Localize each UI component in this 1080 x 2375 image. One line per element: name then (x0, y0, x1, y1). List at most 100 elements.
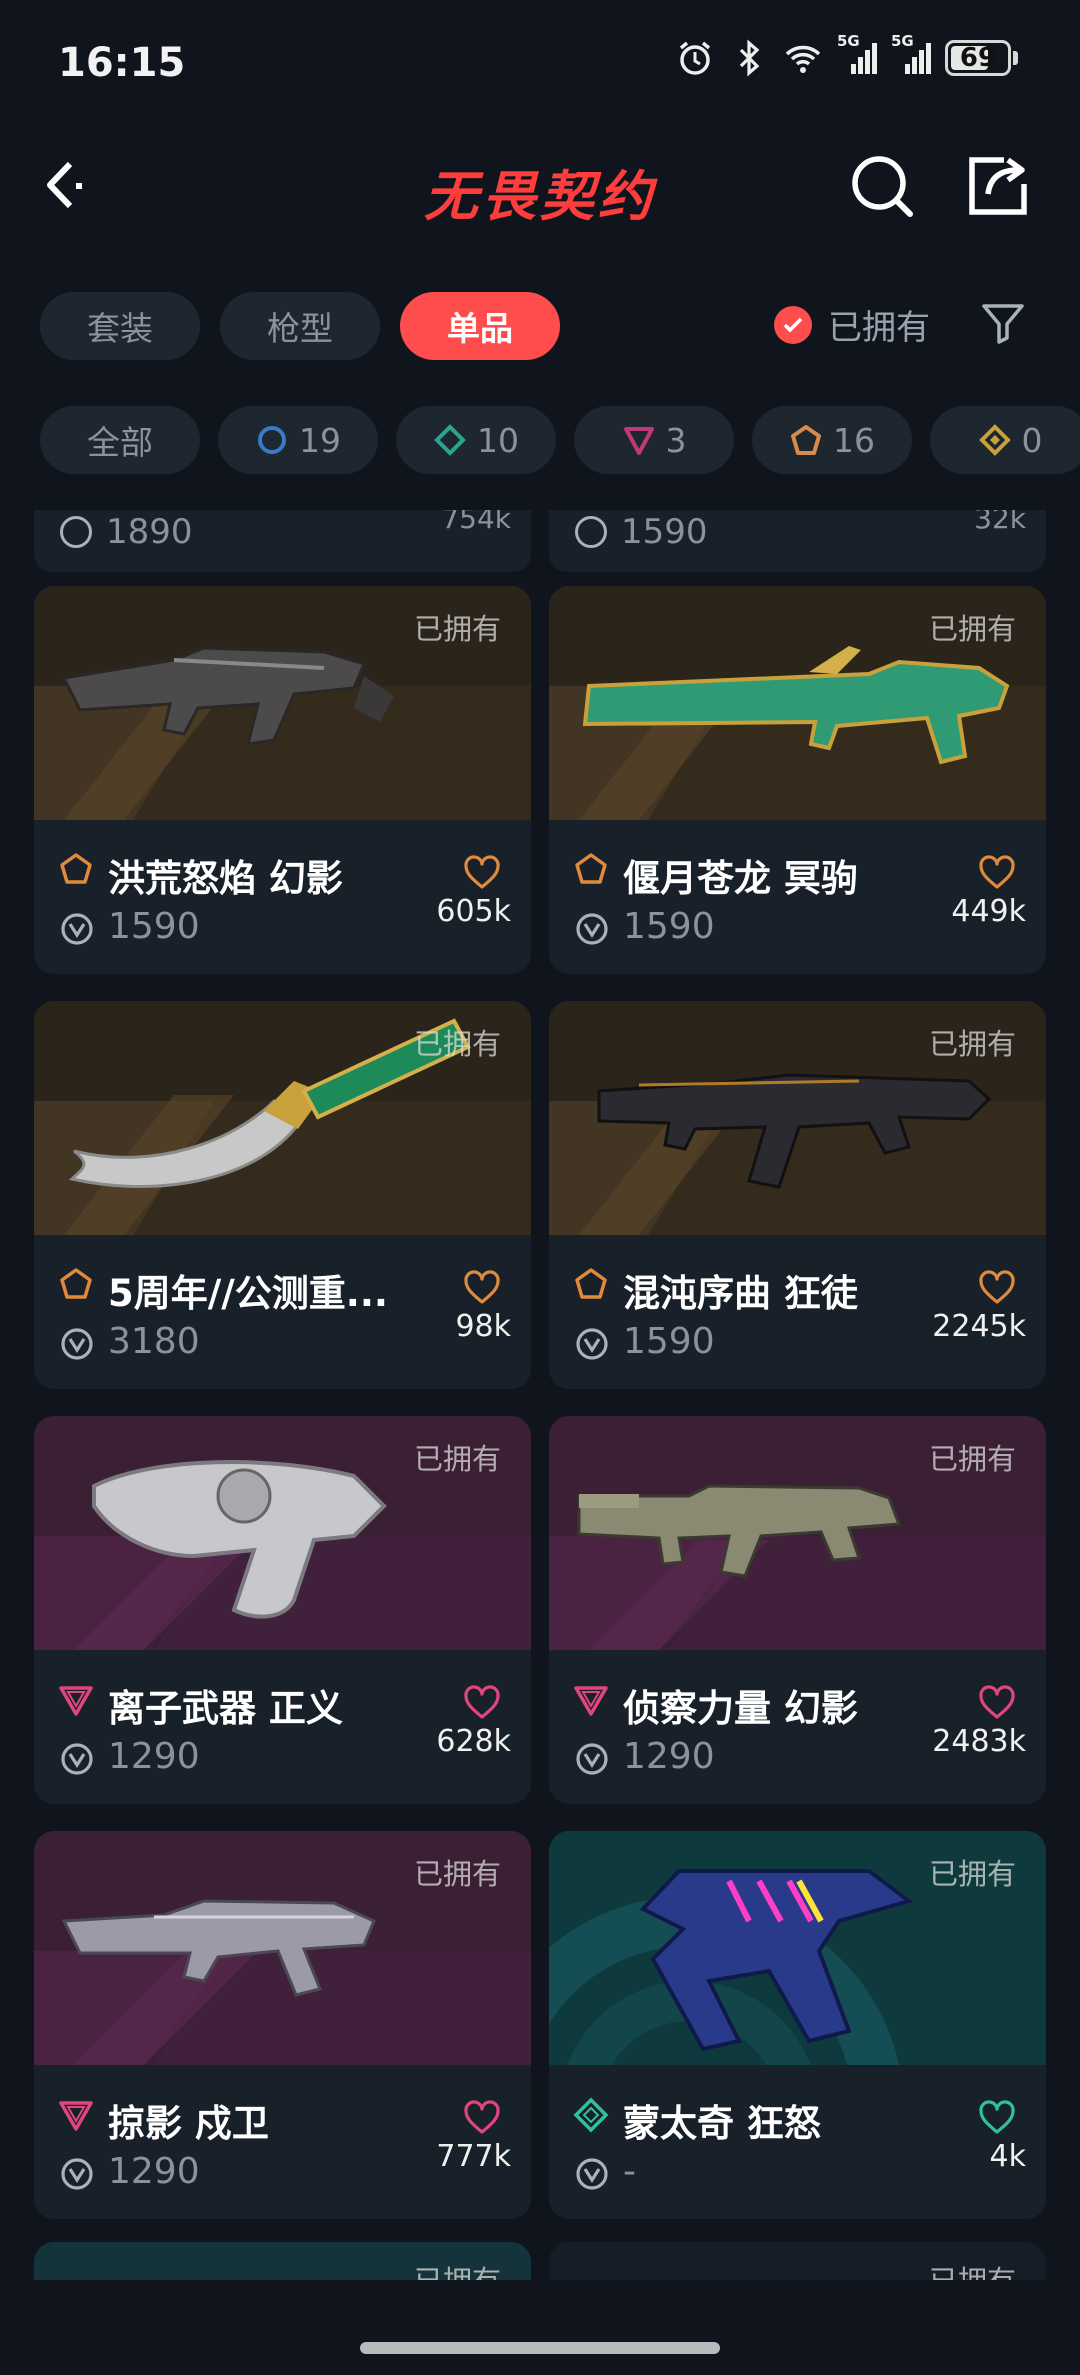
chip-count: 10 (477, 420, 519, 460)
owned-tag: 已拥有 (928, 612, 1016, 646)
vp-currency-icon (61, 2158, 93, 2190)
tab-weapon-types[interactable]: 枪型 (220, 292, 380, 360)
item-price: 1590 (108, 906, 200, 947)
chip-count: 0 (1021, 420, 1043, 460)
exclusive-tier-icon (60, 1268, 92, 1299)
search-icon[interactable] (848, 152, 916, 220)
item-card[interactable]: 已拥有 侦察力量 幻影 1290 2483k (549, 1416, 1046, 1804)
favorite-heart-icon[interactable] (978, 2099, 1016, 2137)
item-price: 1590 (623, 1321, 715, 1362)
item-image: 已拥有 (34, 1831, 531, 2065)
exclusive-tier-icon (60, 853, 92, 884)
vp-currency-icon (61, 1743, 93, 1775)
chip-select-tier[interactable]: 19 (218, 406, 378, 474)
vp-currency-icon (575, 516, 607, 548)
item-name: 侦察力量 幻影 (623, 1687, 858, 1730)
tab-single-items[interactable]: 单品 (400, 292, 560, 360)
status-time: 16:15 (58, 40, 186, 86)
owned-tag: 已拥有 (928, 1027, 1016, 1061)
item-price: 1590 (621, 512, 708, 552)
owned-tag: 已拥有 (929, 2258, 1016, 2280)
item-favorite-count: 4k (989, 2139, 1026, 2174)
item-price: 1290 (108, 1736, 200, 1777)
item-image: 已拥有 (34, 1416, 531, 1650)
chip-deluxe-tier[interactable]: 10 (396, 406, 556, 474)
battery-icon: 69 (945, 40, 1011, 76)
category-tabs: 套装 枪型 单品 (40, 292, 560, 360)
owned-tag: 已拥有 (413, 612, 501, 646)
status-bar: 16:15 5G 5G 69 (0, 0, 1080, 120)
partial-row-top: 1890 754k 1590 32k (34, 510, 1046, 572)
vp-currency-icon (61, 1328, 93, 1360)
item-grid: 1890 754k 1590 32k 已拥有 洪荒怒焰 幻影 1590 605k 已拥有… (0, 510, 1080, 2280)
chip-count: 16 (833, 420, 875, 460)
favorite-heart-icon[interactable] (463, 1684, 501, 1722)
item-card-partial[interactable]: 已拥有 (34, 2242, 531, 2280)
battery-percent: 69 (959, 43, 997, 73)
item-favorite-count: 605k (436, 894, 511, 929)
premium-tier-icon (59, 2101, 93, 2131)
item-image: 已拥有 (34, 1001, 531, 1235)
exclusive-tier-icon (575, 853, 607, 884)
exclusive-tier-icon (575, 1268, 607, 1299)
item-card[interactable]: 已拥有 5周年//公测重... 3180 98k (34, 1001, 531, 1389)
cell-signal-2: 5G (891, 32, 931, 78)
cell-signal-1: 5G (837, 32, 877, 78)
blue-circle-tier-icon (258, 426, 286, 454)
item-name: 蒙太奇 狂怒 (623, 2102, 821, 2145)
item-favorite-count: 777k (436, 2139, 511, 2174)
item-image: 已拥有 (549, 1831, 1046, 2065)
chip-count: 19 (299, 420, 341, 460)
header: 无畏契约 (0, 130, 1080, 240)
item-card[interactable]: 已拥有 离子武器 正义 1290 628k (34, 1416, 531, 1804)
item-favorite-count: 628k (436, 1724, 511, 1759)
item-card[interactable]: 已拥有 蒙太奇 狂怒 - 4k (549, 1831, 1046, 2219)
item-price: 1290 (108, 2151, 200, 2192)
item-card[interactable]: 已拥有 偃月苍龙 冥驹 1590 449k (549, 586, 1046, 974)
item-card[interactable]: 已拥有 掠影 戍卫 1290 777k (34, 1831, 531, 2219)
tab-bundles[interactable]: 套装 (40, 292, 200, 360)
item-favorite-count: 98k (455, 1309, 511, 1344)
status-icons: 5G 5G 69 (675, 32, 1018, 78)
chip-premium-tier[interactable]: 3 (574, 406, 734, 474)
item-image: 已拥有 (549, 1001, 1046, 1235)
item-card-partial[interactable]: 1590 32k (549, 510, 1046, 572)
item-card[interactable]: 已拥有 混沌序曲 狂徒 1590 2245k (549, 1001, 1046, 1389)
vp-currency-icon (60, 516, 92, 548)
vp-currency-icon (61, 913, 93, 945)
check-icon (774, 305, 812, 344)
favorite-heart-icon[interactable] (978, 1684, 1016, 1722)
item-favorite-count: 32k (974, 510, 1026, 535)
item-favorite-count: 2483k (932, 1724, 1026, 1759)
item-name: 偃月苍龙 冥驹 (623, 857, 858, 900)
chip-ultra-tier[interactable]: 0 (930, 406, 1080, 474)
item-image: 已拥有 (549, 1416, 1046, 1650)
item-image: 已拥有 (549, 586, 1046, 820)
wifi-icon (785, 45, 821, 73)
teal-diamond-tier-icon (434, 424, 466, 456)
item-card[interactable]: 已拥有洪荒怒焰 幻影 1590 605k (34, 586, 531, 974)
chip-exclusive-tier[interactable]: 16 (752, 406, 912, 474)
favorite-heart-icon[interactable] (463, 854, 501, 892)
favorite-heart-icon[interactable] (978, 854, 1016, 892)
item-favorite-count: 2245k (932, 1309, 1026, 1344)
item-card-partial[interactable]: 1890 754k (34, 510, 531, 572)
item-favorite-count: 449k (951, 894, 1026, 929)
filter-icon[interactable] (980, 300, 1026, 346)
home-indicator[interactable] (360, 2342, 720, 2354)
chip-count: 3 (665, 420, 687, 460)
favorite-heart-icon[interactable] (463, 2099, 501, 2137)
favorite-heart-icon[interactable] (463, 1269, 501, 1307)
owned-tag: 已拥有 (928, 1857, 1016, 1891)
favorite-heart-icon[interactable] (978, 1269, 1016, 1307)
chip-label: 全部 (87, 423, 153, 462)
vp-currency-icon (576, 1328, 608, 1360)
owned-tag: 已拥有 (413, 1442, 501, 1476)
item-card-partial[interactable]: 已拥有 (549, 2242, 1046, 2280)
share-icon[interactable] (962, 150, 1034, 222)
owned-tag: 已拥有 (414, 2258, 501, 2280)
owned-filter-toggle[interactable]: 已拥有 (774, 300, 930, 349)
chip-all[interactable]: 全部 (40, 406, 200, 474)
vp-currency-icon (576, 1743, 608, 1775)
item-name: 洪荒怒焰 幻影 (108, 857, 343, 900)
